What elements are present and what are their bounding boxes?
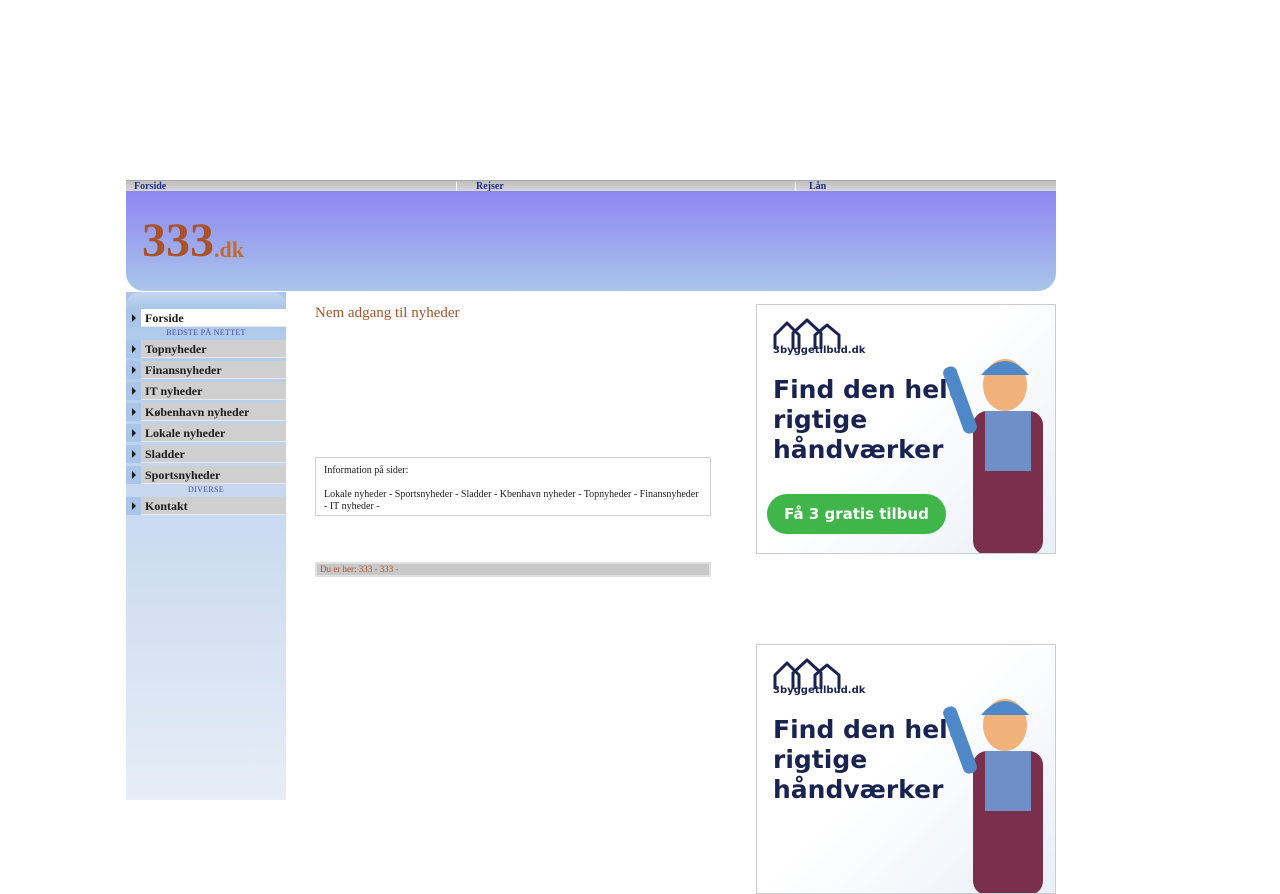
sidebar: Forside BEDSTE PÅ NETTET Topnyheder Fina… — [126, 292, 286, 800]
sidebar-item-koebenhavn[interactable]: København nyheder — [126, 403, 286, 421]
arrow-right-icon — [126, 403, 141, 421]
sidebar-item-forside[interactable]: Forside — [126, 309, 286, 327]
sidebar-item-label: Topnyheder — [141, 340, 286, 358]
sidebar-group-best: BEDSTE PÅ NETTET — [166, 328, 246, 337]
ad-cta-button[interactable]: Få 3 gratis tilbud — [767, 494, 946, 534]
ad-banner-bottom[interactable]: 3byggetilbud.dk Find den helt rigtige hå… — [756, 644, 1056, 894]
top-nav-separator — [795, 182, 796, 191]
page-title: Nem adgang til nyheder — [315, 305, 460, 321]
ad-banner-top[interactable]: 3byggetilbud.dk Find den helt rigtige hå… — [756, 304, 1056, 554]
info-title: Information på sider: — [324, 465, 409, 476]
sidebar-item-kontakt[interactable]: Kontakt — [126, 497, 286, 515]
arrow-right-icon — [126, 361, 141, 379]
worker-illustration-icon — [943, 699, 1043, 893]
sidebar-item-topnyheder[interactable]: Topnyheder — [126, 340, 286, 358]
info-links[interactable]: Lokale nyheder - Sportsnyheder - Sladder… — [324, 489, 702, 513]
arrow-right-icon — [126, 445, 141, 463]
sidebar-item-label: IT nyheder — [141, 382, 286, 400]
worker-illustration-icon — [943, 359, 1043, 553]
site-logo[interactable]: 333 — [142, 213, 214, 269]
sidebar-item-sportsnyheder[interactable]: Sportsnyheder — [126, 466, 286, 484]
ad-brand: 3byggetilbud.dk — [773, 685, 866, 696]
sidebar-item-it-nyheder[interactable]: IT nyheder — [126, 382, 286, 400]
arrow-right-icon — [126, 382, 141, 400]
breadcrumb[interactable]: Du er her: 333 - 333 - — [315, 562, 711, 577]
ad-brand: 3byggetilbud.dk — [773, 345, 866, 356]
sidebar-item-sladder[interactable]: Sladder — [126, 445, 286, 463]
arrow-right-icon — [126, 497, 141, 515]
arrow-right-icon — [126, 466, 141, 484]
sidebar-group-misc: DIVERSE — [188, 485, 224, 494]
sidebar-item-label: Sportsnyheder — [141, 466, 286, 484]
ad-headline: Find den helt rigtige håndværker — [773, 715, 960, 804]
arrow-right-icon — [126, 309, 141, 327]
sidebar-item-label: Lokale nyheder — [141, 424, 286, 442]
site-logo-suffix: .dk — [214, 237, 244, 262]
sidebar-cap — [126, 292, 286, 309]
ad-headline: Find den helt rigtige håndværker — [773, 375, 960, 464]
header-banner: 333 .dk — [126, 191, 1056, 291]
sidebar-item-label: Forside — [141, 309, 286, 327]
info-box: Information på sider: Lokale nyheder - S… — [315, 457, 711, 516]
sidebar-item-lokale[interactable]: Lokale nyheder — [126, 424, 286, 442]
sidebar-item-label: København nyheder — [141, 403, 286, 421]
top-nav-separator — [456, 182, 457, 191]
arrow-right-icon — [126, 424, 141, 442]
sidebar-item-finansnyheder[interactable]: Finansnyheder — [126, 361, 286, 379]
sidebar-item-label: Finansnyheder — [141, 361, 286, 379]
sidebar-item-label: Sladder — [141, 445, 286, 463]
arrow-right-icon — [126, 340, 141, 358]
sidebar-item-label: Kontakt — [141, 497, 286, 515]
